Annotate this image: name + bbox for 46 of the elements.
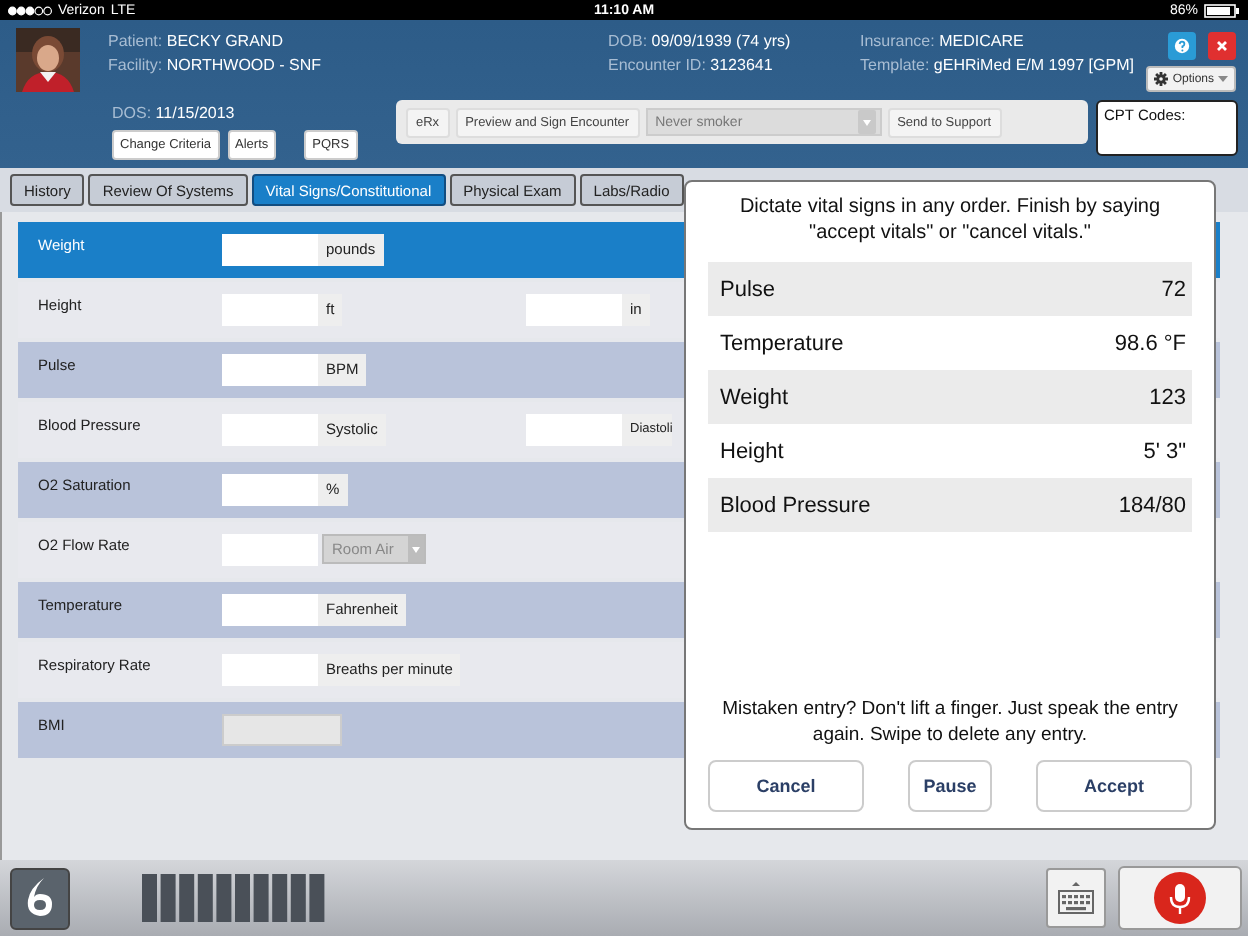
field-value: 11/15/2013 bbox=[155, 104, 235, 122]
field-label: DOS: bbox=[112, 104, 152, 122]
entry-value: 184/80 bbox=[1118, 493, 1186, 517]
vital-entry[interactable]: Weight 123 bbox=[708, 370, 1192, 424]
caret-icon bbox=[1218, 76, 1228, 82]
hint-text: Mistaken entry? Don't lift a finger. Just speak the entry again. Swipe to delete any entry. bbox=[720, 696, 1180, 748]
microphone-icon bbox=[1154, 872, 1206, 924]
field-label: Template: bbox=[860, 56, 930, 74]
signal-icon bbox=[8, 5, 52, 15]
close-icon bbox=[1216, 40, 1228, 52]
entry-value: 5' 3" bbox=[1143, 439, 1186, 463]
field-label: DOB: bbox=[608, 32, 648, 50]
help-icon bbox=[1174, 38, 1190, 54]
flame-logo-icon bbox=[26, 878, 54, 918]
entry-label: Height bbox=[720, 439, 784, 463]
battery-icon bbox=[1204, 3, 1240, 17]
field-label: Patient: bbox=[108, 32, 163, 50]
field-value: 3123641 bbox=[710, 56, 773, 74]
bmi-field bbox=[222, 714, 342, 746]
field-label: Facility: bbox=[108, 56, 163, 74]
keyboard-icon bbox=[1058, 882, 1094, 914]
field-value: 09/09/1939 (74 yrs) bbox=[651, 32, 791, 50]
entry-label: Blood Pressure bbox=[720, 493, 871, 517]
field-label: Encounter ID: bbox=[608, 56, 706, 74]
field-value: NORTHWOOD - SNF bbox=[166, 56, 322, 74]
input-field[interactable] bbox=[222, 354, 318, 386]
dialog-button[interactable]: Pause bbox=[908, 760, 992, 812]
field-label: Insurance: bbox=[860, 32, 935, 50]
keyboard-button[interactable] bbox=[1046, 868, 1106, 928]
vital-entry[interactable]: Pulse 72 bbox=[708, 262, 1192, 316]
microphone-button[interactable] bbox=[1118, 866, 1242, 930]
input-field[interactable] bbox=[222, 594, 318, 626]
app-logo-button[interactable] bbox=[10, 867, 70, 929]
field-value: BECKY GRAND bbox=[166, 32, 283, 50]
dialog-button[interactable]: Accept bbox=[1036, 760, 1192, 812]
dialog-button[interactable]: Cancel bbox=[708, 760, 864, 812]
input-field[interactable] bbox=[222, 474, 318, 506]
vital-entry[interactable]: Blood Pressure 184/80 bbox=[708, 478, 1192, 532]
field-value: gEHRiMed E/M 1997 [GPM] bbox=[933, 56, 1134, 74]
field-value: MEDICARE bbox=[939, 32, 1024, 50]
close-button[interactable] bbox=[1208, 32, 1236, 60]
gear-icon bbox=[1154, 72, 1169, 86]
entry-label: Pulse bbox=[720, 277, 776, 301]
help-button[interactable] bbox=[1168, 32, 1196, 60]
entry-value: 72 bbox=[1161, 277, 1186, 301]
input-field[interactable] bbox=[222, 234, 318, 266]
